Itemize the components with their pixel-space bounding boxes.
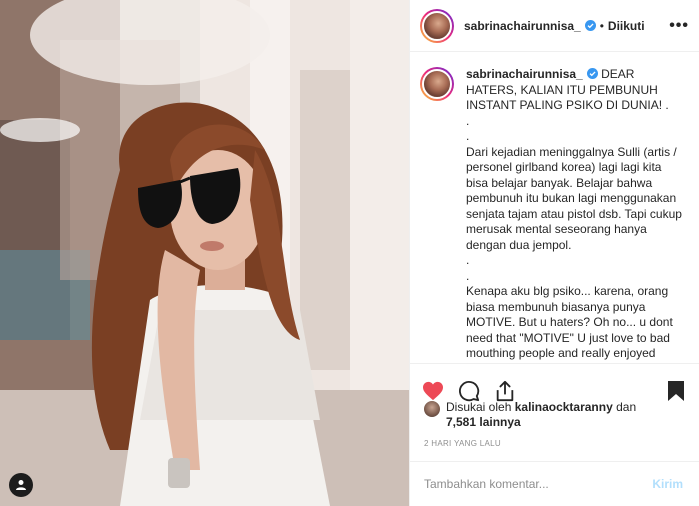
post-timestamp[interactable]: 2 HARI YANG LALU [424,439,501,448]
comment-bar: Kirim [410,461,699,506]
separator-dot: • [599,18,604,33]
caption-text: sabrinachairunnisa_ DEAR HATERS, KALIAN … [466,67,686,363]
caption-author-avatar[interactable] [420,67,454,101]
bookmark-filled-icon [668,380,684,401]
comment-icon [459,380,480,401]
post-photo[interactable] [0,0,409,506]
caption-line: Kenapa aku blg psiko... karena, orang bi… [466,284,673,360]
first-liker-link[interactable]: kalinaocktaranny [515,400,613,414]
caption-line: . [466,253,470,267]
save-button[interactable] [667,380,685,402]
caption-line: . [466,268,470,283]
share-icon [496,380,514,401]
caption-section: sabrinachairunnisa_ DEAR HATERS, KALIAN … [410,53,699,363]
send-comment-button[interactable]: Kirim [652,477,683,491]
heart-filled-icon [423,381,443,400]
user-tag-button[interactable] [9,473,33,497]
post-panel: sabrinachairunnisa_ • Diikuti ••• sabrin… [409,0,699,506]
comment-input[interactable] [424,477,653,491]
post-header: sabrinachairunnisa_ • Diikuti ••• [410,0,699,52]
follow-status-button[interactable]: Diikuti [608,19,645,33]
likes-summary: Disukai oleh kalinaocktaranny dan 7,581 … [424,400,694,430]
caption-verified-badge-icon [586,68,598,79]
share-button[interactable] [494,380,516,402]
user-icon [16,480,26,490]
caption-username[interactable]: sabrinachairunnisa_ [466,67,583,81]
likes-and: dan [616,400,637,414]
caption-line: . [466,113,470,128]
photo-illustration [0,0,409,506]
liker-avatar[interactable] [424,401,440,417]
like-button[interactable] [422,381,444,401]
author-avatar[interactable] [420,8,454,43]
caption-line: Dari kejadian meninggalnya Sulli (artis … [466,144,682,252]
likes-prefix: Disukai oleh [446,400,512,414]
more-options-icon[interactable]: ••• [669,17,689,34]
comment-button[interactable] [458,380,480,402]
verified-badge-icon [584,20,596,31]
caption-line: . [466,129,470,143]
author-username[interactable]: sabrinachairunnisa_ [464,19,581,33]
likes-count-link[interactable]: 7,581 lainnya [446,415,521,429]
